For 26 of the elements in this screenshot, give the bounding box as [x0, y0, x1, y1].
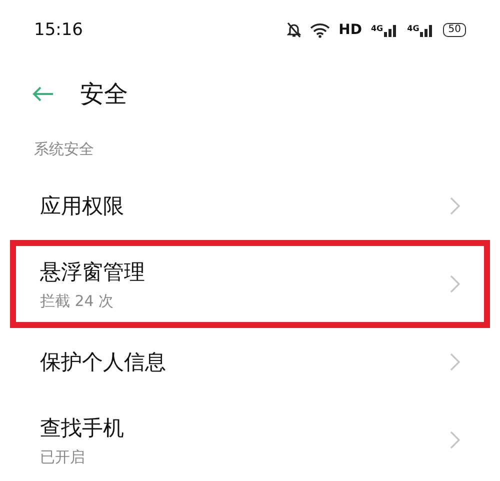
- row-label: 查找手机: [40, 414, 124, 442]
- network-label: 4G: [370, 24, 384, 32]
- section-header: 系统安全: [33, 139, 95, 160]
- chevron-icon: [450, 431, 460, 449]
- row-label: 应用权限: [40, 193, 124, 220]
- chevron-icon: [450, 353, 460, 371]
- back-button[interactable]: [32, 86, 54, 102]
- hd-label: HD: [338, 22, 362, 38]
- status-time: 15:16: [34, 20, 83, 40]
- chevron-icon: [450, 275, 460, 293]
- mute-bell-icon: [286, 22, 301, 38]
- chevron-icon: [450, 197, 460, 215]
- battery-icon: 50: [443, 23, 466, 37]
- row-label: 保护个人信息: [40, 349, 166, 376]
- row-status: 拦截 24 次: [40, 292, 115, 310]
- row-label: 悬浮窗管理: [40, 258, 145, 286]
- signal-icon: [384, 24, 398, 36]
- signal-icon: [420, 24, 434, 36]
- wifi-icon: [310, 22, 330, 38]
- settings-row[interactable]: 应用权限: [10, 172, 490, 240]
- network-label: 4G: [407, 24, 420, 32]
- settings-row[interactable]: 保护个人信息: [10, 328, 490, 396]
- page-title: 安全: [80, 79, 128, 110]
- settings-row[interactable]: 查找手机 已开启: [10, 396, 490, 481]
- highlighted-settings-row[interactable]: 悬浮窗管理 拦截 24 次: [10, 240, 490, 328]
- row-status: 已开启: [40, 448, 86, 466]
